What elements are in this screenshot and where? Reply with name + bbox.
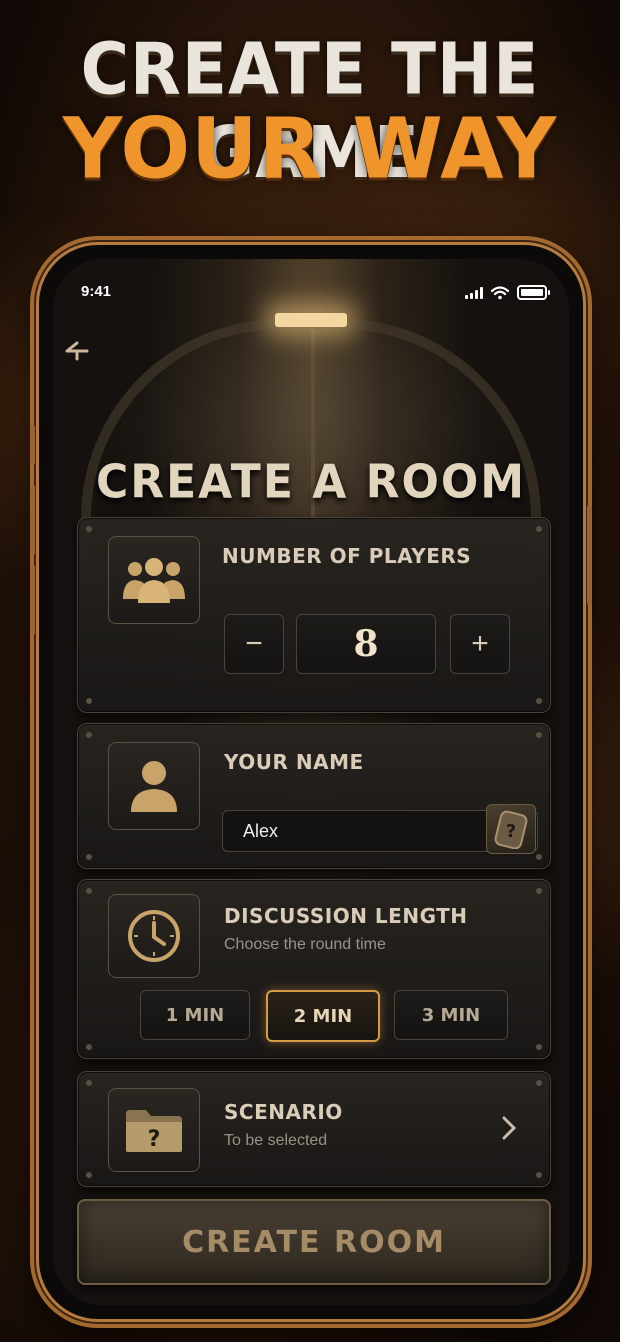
scenario-label: SCENARIO: [224, 1100, 343, 1124]
app-screen: 9:41 CREATE A ROOM NUMBER OF PLAYERS − 8…: [53, 259, 569, 1305]
svg-text:?: ?: [148, 1127, 161, 1152]
discussion-subtitle: Choose the round time: [224, 936, 386, 953]
folder-question-icon: ?: [126, 1110, 182, 1152]
discussion-card: DISCUSSION LENGTH Choose the round time …: [77, 879, 551, 1059]
phone-frame: 9:41 CREATE A ROOM NUMBER OF PLAYERS − 8…: [30, 242, 592, 1322]
time-option-3-min[interactable]: 3 MIN: [394, 990, 508, 1040]
name-card: YOUR NAME Alex ?: [77, 723, 551, 869]
players-card: NUMBER OF PLAYERS − 8 +: [77, 517, 551, 713]
players-count: 8: [296, 614, 436, 674]
discussion-icon-box: [108, 894, 200, 978]
wifi-icon: [491, 285, 509, 299]
random-name-button[interactable]: ?: [486, 804, 536, 854]
back-arrow-icon: [65, 341, 89, 361]
time-option-2-min[interactable]: 2 MIN: [266, 990, 380, 1042]
phone-power-button: [587, 505, 592, 605]
svg-text:?: ?: [506, 821, 516, 842]
scenario-card[interactable]: ? SCENARIO To be selected: [77, 1071, 551, 1187]
cellular-signal-icon: [465, 286, 483, 299]
group-people-icon: [123, 558, 185, 603]
discussion-label: DISCUSSION LENGTH: [224, 904, 468, 928]
scenario-subtitle: To be selected: [224, 1132, 328, 1149]
time-option-1-min[interactable]: 1 MIN: [140, 990, 250, 1040]
scenario-icon-box: ?: [108, 1088, 200, 1172]
create-room-button[interactable]: CREATE ROOM: [77, 1199, 551, 1285]
name-icon-box: [108, 742, 200, 830]
players-label: NUMBER OF PLAYERS: [222, 544, 472, 568]
status-icons: [465, 285, 550, 300]
phone-mute-switch: [30, 425, 35, 465]
promo-headline-line2: YOUR WAY: [62, 101, 558, 198]
clock-icon: [128, 910, 180, 962]
phone-volume-down: [30, 565, 35, 635]
status-time: 9:41: [81, 283, 112, 300]
players-icon-box: [108, 536, 200, 624]
chevron-right-icon: [500, 1114, 518, 1150]
page-title: CREATE A ROOM: [95, 455, 527, 510]
increment-players-button[interactable]: +: [450, 614, 510, 674]
phone-volume-up: [30, 485, 35, 555]
dogtag-question-icon: ?: [494, 810, 528, 849]
name-label: YOUR NAME: [224, 750, 364, 774]
decrement-players-button[interactable]: −: [224, 614, 284, 674]
person-icon: [131, 761, 177, 812]
status-bar: 9:41: [53, 283, 569, 303]
back-button[interactable]: [63, 337, 93, 367]
ceiling-lamp: [275, 313, 347, 327]
battery-icon: [517, 285, 550, 300]
